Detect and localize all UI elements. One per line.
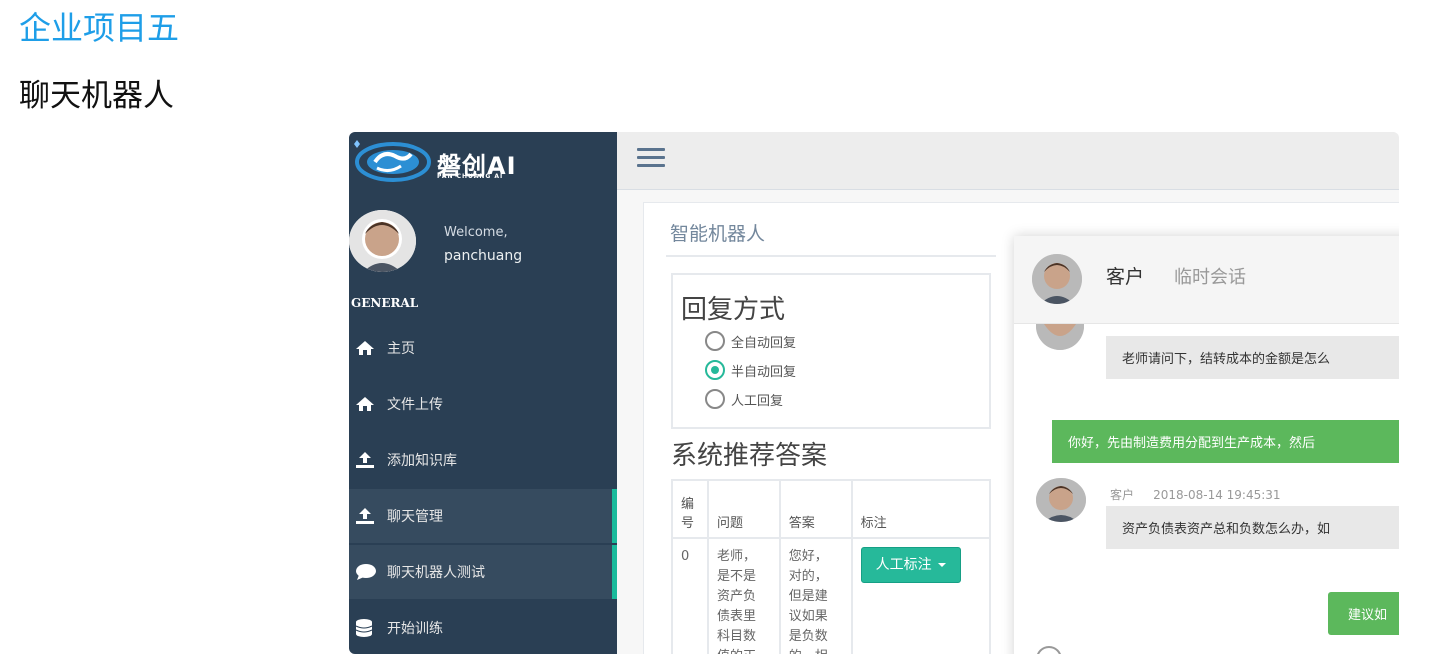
- button-label: 人工标注: [875, 557, 932, 573]
- app-screenshot: 磐创AI PAN CHUANG AI Welcome, panchuang GE…: [349, 132, 1399, 654]
- username: panchuang: [444, 248, 523, 264]
- cell-answer: 您好，对的，但是建议如果是负数的，相: [778, 537, 853, 654]
- sidebar-item-label: 开始训练: [387, 621, 443, 637]
- upload-icon: [349, 451, 387, 469]
- caret-down-icon: [937, 563, 946, 567]
- contact-avatar: [1032, 254, 1082, 304]
- sidebar-item-home[interactable]: 主页: [349, 321, 617, 375]
- table-header-row: 编号 问题 答案 标注: [671, 479, 992, 539]
- chat-message: 老师请问下，结转成本的金额是怎么: [1106, 336, 1399, 379]
- sidebar-item-chatbot-test[interactable]: 聊天机器人测试: [349, 545, 617, 599]
- column-header-answer: 答案: [778, 479, 853, 539]
- radio-semi-auto[interactable]: 半自动回复: [705, 360, 796, 380]
- user-avatar-icon: [1032, 254, 1082, 304]
- message-avatar: [1036, 324, 1084, 350]
- table-row: 0 老师，是不是资产负债表里科目数值的正 您好，对的，但是建议如果是负数的，相 …: [671, 537, 992, 654]
- user-avatar-icon: [1036, 478, 1086, 522]
- reply-mode-box: 回复方式 全自动回复 半自动回复 人工回复: [671, 273, 991, 429]
- page-heading: 企业项目五: [19, 9, 180, 47]
- manual-tag-dropdown-button[interactable]: 人工标注: [860, 547, 961, 583]
- home-icon: [349, 340, 387, 356]
- sidebar-item-label: 聊天机器人测试: [387, 565, 485, 581]
- user-avatar-icon: [349, 210, 416, 272]
- brand-emblem-icon: [354, 140, 431, 182]
- chat-header: 客户 临时会话: [1014, 236, 1399, 324]
- radio-button[interactable]: [1036, 646, 1062, 654]
- reply-mode-title: 回复方式: [681, 295, 786, 325]
- radio-button[interactable]: [705, 331, 725, 351]
- upload-icon: [349, 507, 387, 525]
- column-header-question: 问题: [706, 479, 781, 539]
- radio-label: 人工回复: [731, 393, 784, 409]
- chat-window: 客户 临时会话 老师请问下，结转成本的金额是怎么 你好，先由制造费用分配到生产成…: [1014, 236, 1399, 654]
- radio-full-auto[interactable]: 全自动回复: [705, 331, 796, 351]
- cell-tag: 人工标注: [850, 537, 992, 654]
- menu-toggle-icon[interactable]: [637, 148, 665, 170]
- suggest-button[interactable]: 建议如: [1328, 592, 1399, 635]
- radio-button[interactable]: [705, 360, 725, 380]
- avatar: [349, 210, 416, 272]
- brand-subtitle: PAN CHUANG AI: [437, 173, 504, 180]
- divider: [666, 255, 996, 257]
- message-time: 2018-08-14 19:45:31: [1153, 488, 1281, 502]
- cell-question: 老师，是不是资产负债表里科目数值的正: [706, 537, 781, 654]
- chat-bubble-icon: [349, 563, 387, 581]
- sidebar-item-label: 聊天管理: [387, 509, 443, 525]
- column-header-tag: 标注: [850, 479, 992, 539]
- sidebar-item-file-upload[interactable]: 文件上传: [349, 377, 617, 431]
- user-avatar-icon: [1036, 324, 1084, 350]
- page-subheading: 聊天机器人: [19, 78, 174, 114]
- session-type: 临时会话: [1174, 267, 1246, 288]
- sidebar-item-start-training[interactable]: 开始训练: [349, 601, 617, 654]
- cell-num: 0: [671, 537, 709, 654]
- database-icon: [349, 618, 387, 638]
- radio-button[interactable]: [705, 389, 725, 409]
- column-header-num: 编号: [671, 479, 709, 539]
- sidebar-item-label: 主页: [387, 341, 415, 357]
- recommend-table: 编号 问题 答案 标注 0 老师，是不是资产负债表里科目数值的正 您好，对的，但…: [671, 479, 992, 654]
- brand-logo[interactable]: 磐创AI PAN CHUANG AI: [353, 136, 563, 188]
- radio-label: 全自动回复: [731, 335, 797, 351]
- chat-message: 资产负债表资产总和负数怎么办，如: [1106, 506, 1399, 549]
- radio-manual[interactable]: 人工回复: [705, 389, 783, 409]
- radio-label: 半自动回复: [731, 364, 797, 380]
- menu-section-label: GENERAL: [351, 296, 419, 310]
- top-navbar: [617, 132, 1399, 190]
- chat-message: 你好，先由制造费用分配到生产成本，然后: [1052, 420, 1399, 463]
- sidebar-item-chat-management[interactable]: 聊天管理: [349, 489, 617, 543]
- message-meta: 客户 2018-08-14 19:45:31: [1110, 486, 1281, 503]
- sidebar: 磐创AI PAN CHUANG AI Welcome, panchuang GE…: [349, 132, 617, 654]
- welcome-label: Welcome,: [444, 225, 508, 240]
- panel-title: 智能机器人: [670, 223, 766, 245]
- home-icon: [349, 396, 387, 412]
- message-avatar: [1036, 478, 1086, 522]
- sidebar-item-add-knowledge[interactable]: 添加知识库: [349, 433, 617, 487]
- sidebar-item-label: 文件上传: [387, 397, 443, 413]
- contact-name: 客户: [1106, 266, 1145, 288]
- recommend-title: 系统推荐答案: [671, 441, 828, 471]
- sidebar-item-label: 添加知识库: [387, 453, 457, 469]
- message-sender: 客户: [1110, 488, 1135, 502]
